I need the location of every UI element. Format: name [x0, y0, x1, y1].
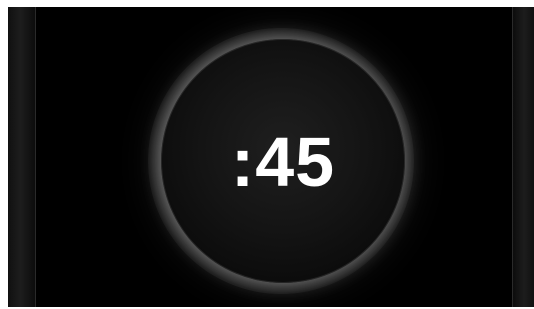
- countdown-display: :45: [230, 123, 336, 201]
- screen: :45: [8, 7, 534, 307]
- left-bezel: [8, 7, 36, 307]
- timer-circle[interactable]: :45: [161, 39, 405, 283]
- device-frame: :45: [0, 0, 534, 309]
- right-bezel: [512, 7, 534, 307]
